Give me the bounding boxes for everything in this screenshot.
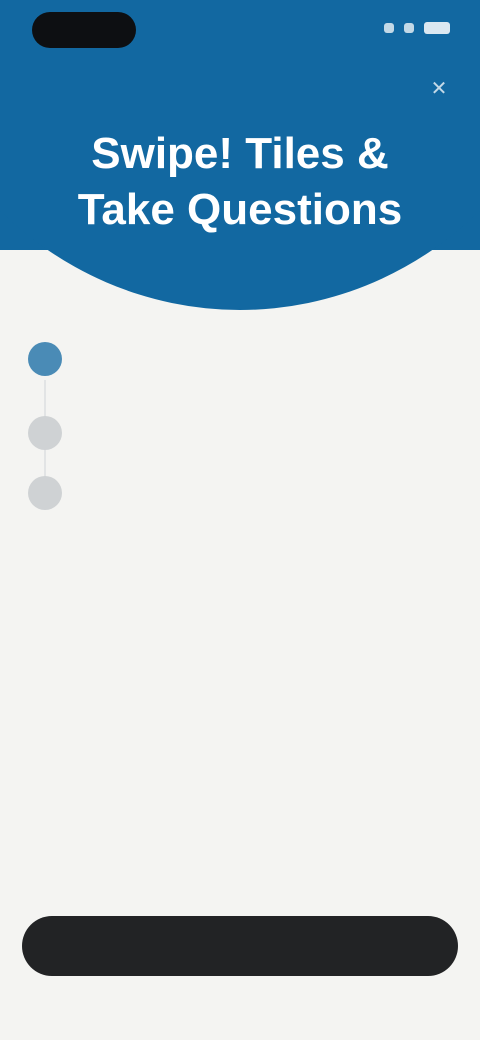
- step-3-icon: [28, 476, 62, 510]
- step-2-icon: [28, 416, 62, 450]
- step-item-1[interactable]: [28, 342, 448, 480]
- continue-button[interactable]: [22, 916, 458, 976]
- status-icons: [384, 22, 450, 34]
- battery-icon: [424, 22, 450, 34]
- step-item-3[interactable]: [28, 476, 448, 510]
- step-list: [28, 342, 448, 536]
- step-2-body: [84, 416, 448, 420]
- status-time-pill: [32, 12, 136, 48]
- wifi-icon: [404, 23, 414, 33]
- page-title: Swipe! Tiles & Take Questions: [77, 129, 403, 234]
- step-1-body: [84, 342, 448, 360]
- screen: ✕ Swipe! Tiles & Take Questions: [0, 0, 480, 1040]
- step-1-icon: [28, 342, 62, 376]
- step-item-2[interactable]: [28, 416, 448, 450]
- signal-icon: [384, 23, 394, 33]
- step-3-body: [84, 476, 448, 480]
- close-icon[interactable]: ✕: [428, 78, 450, 100]
